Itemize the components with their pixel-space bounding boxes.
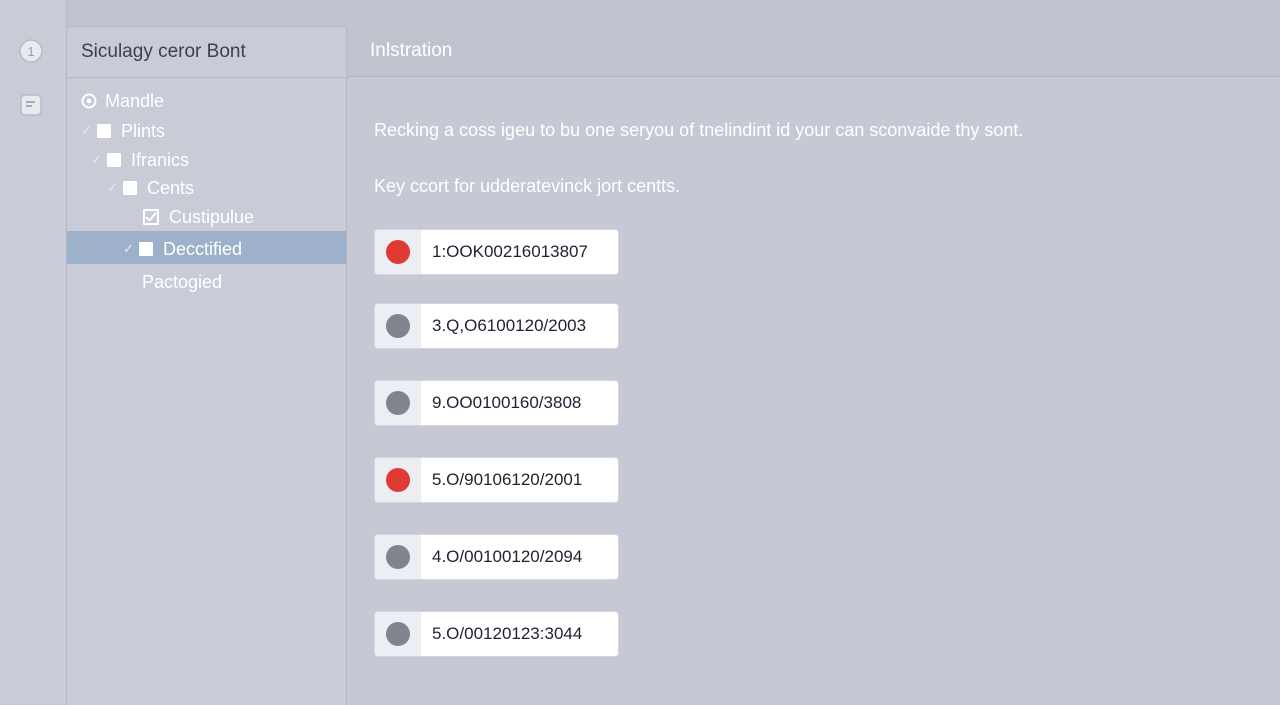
tree-item-decctified[interactable]: ✓ Decctified — [123, 234, 242, 264]
icon-rail: 1 — [0, 0, 67, 704]
tree-item-custipulue[interactable]: Custipulue — [143, 202, 254, 232]
chevron-icon[interactable]: ✓ — [123, 241, 139, 257]
description-text: Recking a coss igeu to bu one seryou of … — [374, 120, 1024, 140]
status-cell — [375, 304, 421, 348]
page-title: Inlstration — [370, 40, 453, 61]
status-dot — [386, 240, 410, 264]
status-dot — [386, 391, 410, 415]
record-item[interactable]: 5.O/00120123:3044 — [375, 612, 618, 656]
document-icon[interactable] — [18, 92, 44, 118]
status-dot — [386, 545, 410, 569]
tree-item-mandle[interactable]: Mandle — [81, 86, 164, 116]
record-item[interactable]: 5.O/90106120/2001 — [375, 458, 618, 502]
status-dot — [386, 468, 410, 492]
record-code: 3.Q,O6100120/2003 — [432, 316, 587, 335]
tree-item-label: Pactogied — [142, 271, 223, 292]
tree-item-cents[interactable]: ✓ Cents — [107, 173, 194, 203]
tree-item-label: Cents — [147, 177, 195, 198]
status-cell — [375, 381, 421, 425]
status-dot — [386, 622, 410, 646]
record-item[interactable]: 4.O/00100120/2094 — [375, 535, 618, 579]
tree-item-label: Mandle — [105, 90, 165, 111]
info-icon[interactable]: 1 — [18, 38, 44, 64]
checkbox[interactable] — [97, 124, 111, 138]
record-item[interactable]: 9.OO0100160/3808 — [375, 381, 618, 425]
subheading-text: Key ccort for udderatevinck jort centts. — [374, 176, 681, 196]
sidebar-title: Siculagy ceror Bont — [81, 41, 246, 62]
status-cell — [375, 535, 421, 579]
record-code: 1:OOK00216013807 — [432, 242, 588, 261]
status-dot — [386, 314, 410, 338]
record-item[interactable]: 1:OOK00216013807 — [375, 230, 618, 274]
status-cell — [375, 612, 421, 656]
tree-item-label: Custipulue — [169, 206, 255, 227]
record-code: 5.O/90106120/2001 — [432, 470, 583, 489]
sidebar: Siculagy ceror Bont Mandle ✓ Plints ✓ If… — [66, 26, 347, 705]
checkbox[interactable] — [123, 181, 137, 195]
record-item[interactable]: 3.Q,O6100120/2003 — [375, 304, 618, 348]
chevron-icon[interactable]: ✓ — [91, 152, 107, 168]
tree-item-label: Ifranics — [131, 149, 190, 170]
status-cell — [375, 458, 421, 502]
record-code: 5.O/00120123:3044 — [432, 624, 583, 643]
tree-item-ifranics[interactable]: ✓ Ifranics — [91, 145, 189, 175]
svg-text:1: 1 — [27, 44, 34, 59]
tree-item-pactogied[interactable]: Pactogied — [142, 267, 222, 297]
tree-item-plints[interactable]: ✓ Plints — [81, 116, 165, 146]
checkbox[interactable] — [139, 242, 153, 256]
record-code: 4.O/00100120/2094 — [432, 547, 583, 566]
chevron-icon[interactable]: ✓ — [81, 123, 97, 139]
checkbox-checked[interactable] — [143, 209, 159, 225]
status-cell — [375, 230, 421, 274]
record-code: 9.OO0100160/3808 — [432, 393, 582, 412]
gear-icon — [81, 93, 97, 109]
tree-item-label: Plints — [121, 120, 166, 141]
sidebar-divider — [67, 77, 346, 78]
tree-item-label: Decctified — [163, 238, 243, 259]
checkbox[interactable] — [107, 153, 121, 167]
chevron-icon[interactable]: ✓ — [107, 180, 123, 196]
